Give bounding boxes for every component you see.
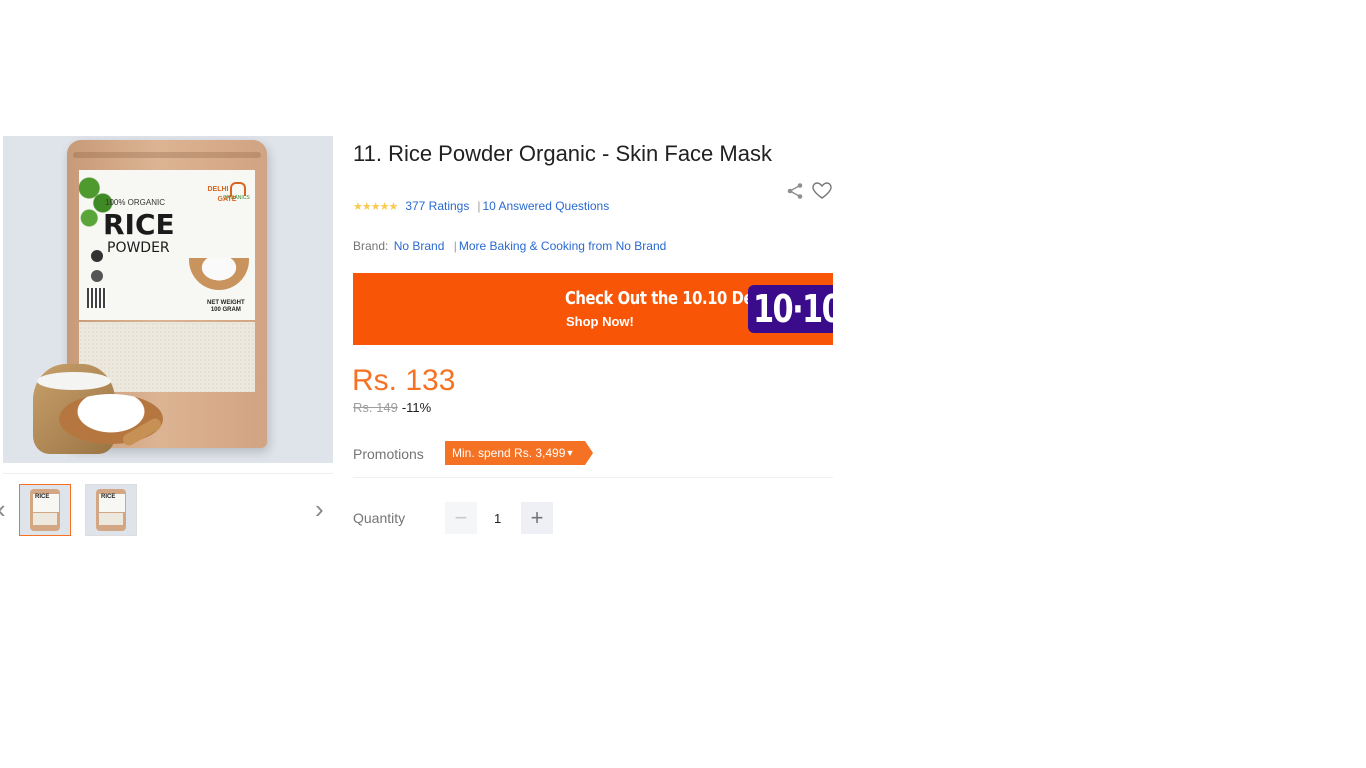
heart-icon[interactable] [812,182,832,200]
brand-logo-sub: ORGANICS [223,195,250,201]
share-icon-svg [787,183,803,199]
divider: | [477,199,481,213]
current-price: Rs. 133 [352,364,456,397]
label-organic-text: 100% ORGANIC [105,198,166,207]
qr-code-icon [87,288,107,308]
net-weight-amount: 100 GRAM [210,307,241,313]
cert-badge-icon [91,250,103,262]
chevron-right-icon[interactable]: › [315,496,324,522]
more-from-brand-link[interactable]: More Baking & Cooking from No Brand [459,239,666,253]
bowl-graphic-large [59,394,163,444]
product-main-image[interactable]: 100% ORGANIC RICE POWDER DELHIGATE ORGAN… [3,136,333,463]
questions-link[interactable]: 10 Answered Questions [482,199,609,213]
original-price: Rs. 149 [353,400,398,415]
thumbnail-strip: ‹ RICE RICE › [0,474,333,544]
thumbnail-window [99,513,123,525]
brand-logo-left: DELHI [207,185,229,193]
divider: | [453,239,457,253]
thumbnail-1[interactable]: RICE [19,484,71,536]
promotion-badge[interactable]: Min. spend Rs. 3,499 ▼ [445,441,594,465]
label-rice-text: RICE [103,208,175,241]
quantity-increase-button[interactable]: + [521,502,553,534]
pouch-zip [73,152,261,158]
banner-tag-logo: 10·10 [753,287,833,331]
ratings-row: ★★★★★ 377 Ratings | 10 Answered Question… [353,199,609,213]
promotion-text: Min. spend Rs. 3,499 [452,446,566,460]
banner-headline: Check Out the 10.10 Deals [565,288,776,309]
cert-badge-icon [91,270,103,282]
promotions-label: Promotions [353,446,424,462]
label-powder-text: POWDER [107,240,170,256]
net-weight: NET WEIGHT 100 GRAM [207,300,245,314]
quantity-label: Quantity [353,510,406,526]
pouch-label: 100% ORGANIC RICE POWDER DELHIGATE ORGAN… [79,170,255,320]
product-actions [786,182,832,200]
discount-percent: -11% [401,400,432,415]
thumbnail-window [33,513,57,525]
thumbnail-label: RICE [33,494,59,512]
bowl-graphic [189,258,249,290]
quantity-decrease-button[interactable]: − [445,502,477,534]
product-gallery: 100% ORGANIC RICE POWDER DELHIGATE ORGAN… [0,136,333,544]
gate-icon [229,182,246,196]
rating-stars-icon: ★★★★★ [353,200,398,213]
original-price-row: Rs. 149 -11% [353,400,431,415]
heart-icon-svg [812,182,832,199]
share-icon[interactable] [786,182,804,200]
caret-down-icon: ▼ [565,448,575,458]
thumbnail-2[interactable]: RICE [85,484,137,536]
promotions-row: Promotions Min. spend Rs. 3,499 ▼ [353,440,833,478]
sack-powder-graphic [37,372,111,390]
brand-link[interactable]: No Brand [394,239,445,253]
product-title: 11. Rice Powder Organic - Skin Face Mask [353,141,772,166]
banner-cta: Shop Now! [566,314,634,329]
ratings-link[interactable]: 377 Ratings [405,199,469,213]
net-weight-label: NET WEIGHT [207,300,245,306]
brand-label: Brand: [353,239,389,253]
brand-row: Brand: No Brand | More Baking & Cooking f… [353,239,666,253]
chevron-left-icon[interactable]: ‹ [0,496,6,522]
quantity-value[interactable]: 1 [494,511,501,526]
thumbnail-label: RICE [99,494,125,512]
deals-banner[interactable]: Check Out the 10.10 Deals Shop Now! 10·1… [353,273,833,345]
product-details: 11. Rice Powder Organic - Skin Face Mask… [352,136,833,534]
